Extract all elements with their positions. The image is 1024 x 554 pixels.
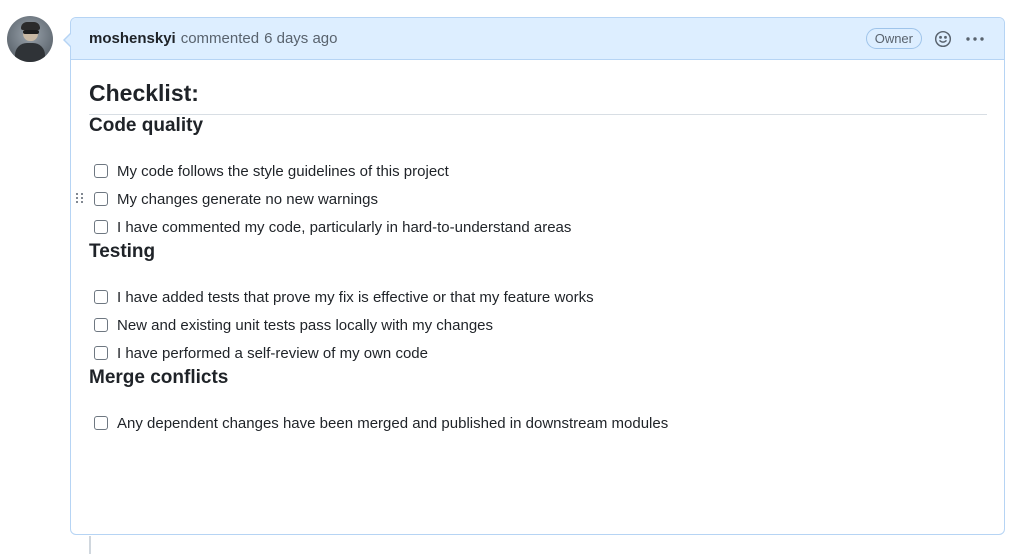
- task-item: I have performed a self-review of my own…: [89, 339, 987, 367]
- task-label: I have performed a self-review of my own…: [117, 344, 428, 362]
- task-label: Any dependent changes have been merged a…: [117, 414, 669, 432]
- task-checkbox[interactable]: [94, 192, 108, 206]
- task-label: New and existing unit tests pass locally…: [117, 316, 494, 334]
- comment-header: moshenskyi commented 6 days ago Owner: [71, 18, 1004, 60]
- checklist-title: Checklist:: [89, 60, 987, 115]
- task-item: New and existing unit tests pass locally…: [89, 311, 987, 339]
- task-label: I have commented my code, particularly i…: [117, 218, 572, 236]
- smiley-icon[interactable]: [932, 28, 954, 50]
- task-item: I have commented my code, particularly i…: [89, 213, 987, 241]
- comment-timestamp[interactable]: 6 days ago: [264, 30, 337, 47]
- task-checkbox[interactable]: [94, 346, 108, 360]
- task-label: My changes generate no new warnings: [117, 190, 378, 208]
- kebab-horizontal-icon[interactable]: [964, 28, 986, 50]
- task-list: Any dependent changes have been merged a…: [89, 409, 987, 437]
- task-checkbox[interactable]: [94, 164, 108, 178]
- task-item: My code follows the style guidelines of …: [89, 157, 987, 185]
- grabber-icon[interactable]: [76, 193, 84, 205]
- author-link[interactable]: moshenskyi: [89, 30, 176, 47]
- task-item: I have added tests that prove my fix is …: [89, 283, 987, 311]
- task-checkbox[interactable]: [94, 416, 108, 430]
- task-checkbox[interactable]: [94, 290, 108, 304]
- timeline-connector: [89, 536, 91, 554]
- task-list: I have added tests that prove my fix is …: [89, 283, 987, 367]
- task-list: My code follows the style guidelines of …: [76, 157, 987, 241]
- task-item: Any dependent changes have been merged a…: [89, 409, 987, 437]
- owner-badge: Owner: [865, 28, 922, 49]
- avatar[interactable]: [7, 16, 53, 62]
- section-heading: Testing: [89, 241, 156, 262]
- avatar-hair: [21, 22, 40, 30]
- task-checkbox[interactable]: [94, 318, 108, 332]
- avatar-body: [15, 43, 45, 62]
- header-actions: Owner: [865, 28, 986, 50]
- comment-card: moshenskyi commented 6 days ago Owner Ch…: [63, 17, 1005, 535]
- avatar-glasses: [23, 30, 39, 34]
- comment-body: Checklist: Code quality My code follows …: [71, 60, 1004, 437]
- task-item: My changes generate no new warnings: [76, 185, 987, 213]
- section-heading: Code quality: [89, 115, 204, 136]
- comment-action: commented: [180, 30, 260, 47]
- task-label: I have added tests that prove my fix is …: [117, 288, 594, 306]
- task-label: My code follows the style guidelines of …: [117, 162, 449, 180]
- section-heading: Merge conflicts: [89, 367, 229, 388]
- task-checkbox[interactable]: [94, 220, 108, 234]
